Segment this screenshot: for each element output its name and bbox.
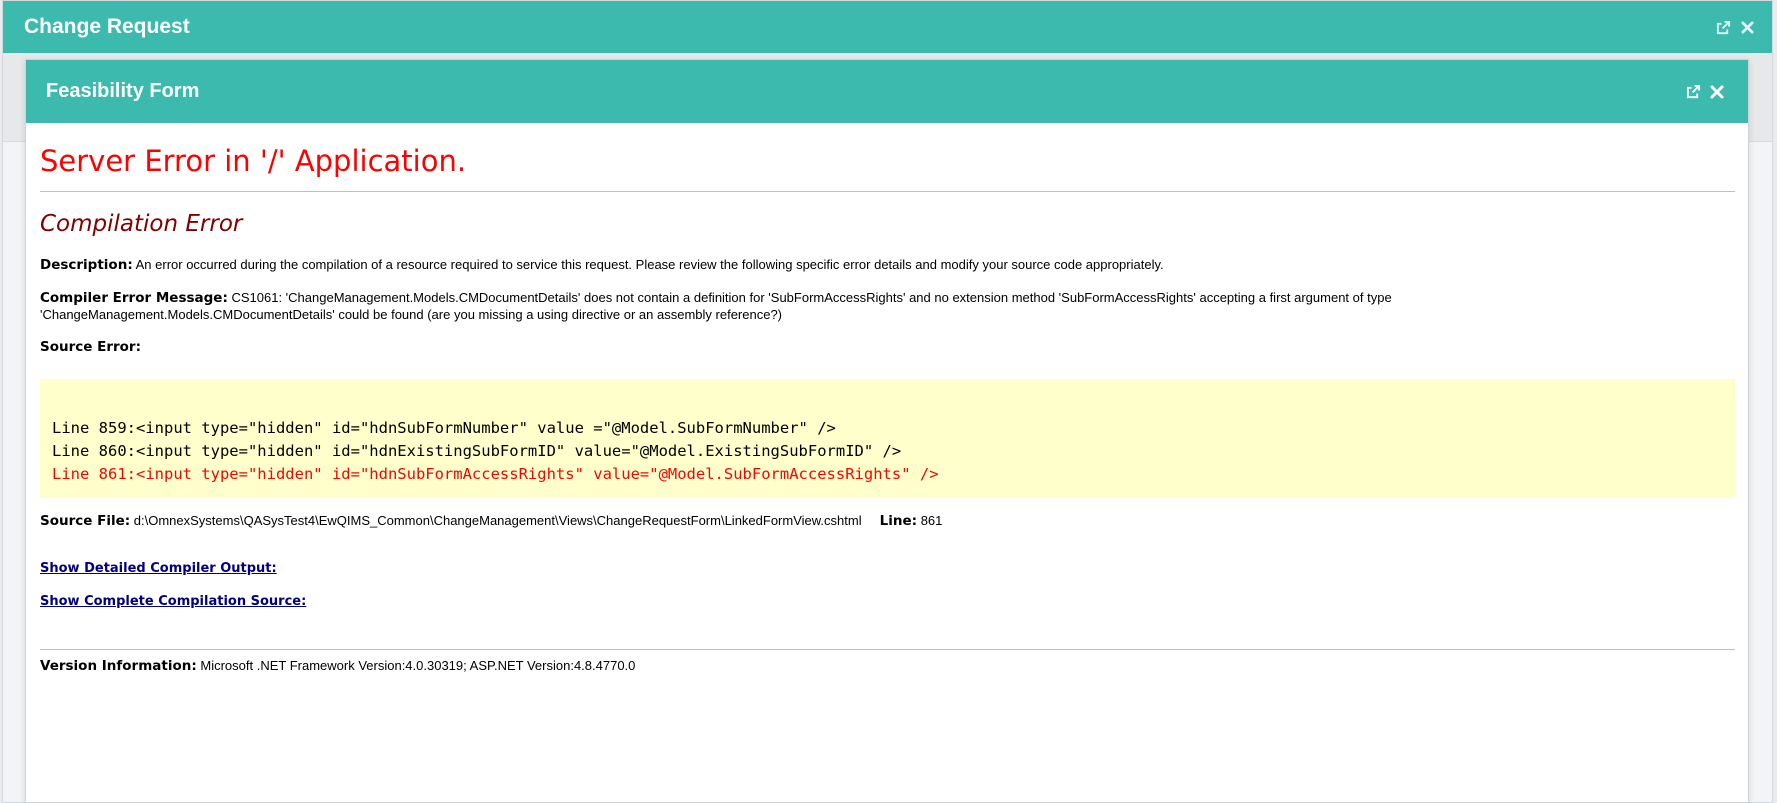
compiler-message-block: Compiler Error Message: CS1061: 'ChangeM… bbox=[40, 290, 1735, 324]
line-label: Line: bbox=[879, 512, 918, 529]
description-label: Description: bbox=[40, 257, 133, 274]
feasibility-form-title: Feasibility Form bbox=[46, 80, 200, 102]
complete-source-row: Show Complete Compilation Source: bbox=[40, 593, 1735, 609]
error-title: Server Error in '/' Application. bbox=[40, 145, 1735, 192]
feasibility-form-header-actions bbox=[1684, 83, 1726, 101]
change-request-title: Change Request bbox=[24, 15, 190, 38]
description-block: Description: An error occurred during th… bbox=[40, 257, 1735, 275]
external-link-icon[interactable] bbox=[1714, 18, 1732, 36]
compiler-message-label: Compiler Error Message: bbox=[40, 289, 228, 306]
version-text: Microsoft .NET Framework Version:4.0.303… bbox=[200, 658, 636, 674]
footer-divider bbox=[40, 649, 1735, 651]
feasibility-form-header: Feasibility Form bbox=[26, 60, 1748, 123]
source-code-box: Line 859:<input type="hidden" id="hdnSub… bbox=[40, 378, 1735, 498]
close-icon[interactable] bbox=[1708, 83, 1726, 101]
close-icon[interactable] bbox=[1738, 18, 1756, 36]
source-line-error: Line 861:<input type="hidden" id="hdnSub… bbox=[52, 464, 939, 483]
change-request-header: Change Request bbox=[3, 1, 1772, 53]
source-file-label: Source File: bbox=[40, 512, 131, 529]
source-line: Line 859:<input type="hidden" id="hdnSub… bbox=[52, 418, 836, 437]
line-number: 861 bbox=[920, 512, 943, 528]
compiler-message-text: CS1061: 'ChangeManagement.Models.CMDocum… bbox=[40, 289, 1392, 323]
description-text: An error occurred during the compilation… bbox=[135, 257, 1164, 273]
source-line: Line 860:<input type="hidden" id="hdnExi… bbox=[52, 441, 902, 460]
version-info-block: Version Information: Microsoft .NET Fram… bbox=[40, 658, 1735, 676]
error-page-content: Server Error in '/' Application. Compila… bbox=[26, 145, 1748, 676]
change-request-header-actions bbox=[1714, 18, 1756, 36]
version-label: Version Information: bbox=[40, 658, 197, 675]
show-complete-compilation-source-link[interactable]: Show Complete Compilation Source: bbox=[40, 594, 306, 609]
source-error-block: Source Error: bbox=[40, 339, 1735, 357]
show-detailed-compiler-output-link[interactable]: Show Detailed Compiler Output: bbox=[40, 561, 277, 576]
detailed-output-row: Show Detailed Compiler Output: bbox=[40, 560, 1735, 576]
source-error-label: Source Error: bbox=[40, 339, 141, 356]
external-link-icon[interactable] bbox=[1684, 83, 1702, 101]
source-file-path: d:\OmnexSystems\QASysTest4\EwQIMS_Common… bbox=[133, 512, 862, 528]
error-subtitle: Compilation Error bbox=[40, 210, 243, 237]
source-file-block: Source File: d:\OmnexSystems\QASysTest4\… bbox=[40, 513, 1735, 531]
feasibility-form-window: Feasibility Form Server Error in '/' App… bbox=[25, 59, 1749, 803]
